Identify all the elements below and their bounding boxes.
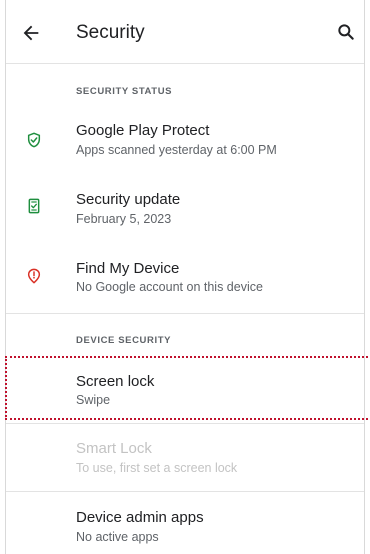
item-subtitle: No active apps bbox=[76, 530, 159, 544]
row-divider bbox=[6, 423, 364, 424]
section-divider bbox=[6, 313, 364, 314]
find-my-device-item[interactable]: Find My Device No Google account on this… bbox=[6, 250, 364, 306]
search-icon[interactable] bbox=[336, 22, 356, 42]
smart-lock-item: Smart Lock To use, first set a screen lo… bbox=[6, 430, 364, 486]
item-title: Device admin apps bbox=[76, 509, 204, 526]
item-subtitle: No Google account on this device bbox=[76, 280, 263, 294]
row-divider bbox=[6, 491, 364, 492]
focus-highlight-box bbox=[5, 356, 370, 420]
page-title: Security bbox=[76, 22, 145, 43]
shield-check-icon bbox=[27, 132, 41, 148]
item-title: Security update bbox=[76, 191, 181, 208]
item-subtitle: Apps scanned yesterday at 6:00 PM bbox=[76, 143, 277, 157]
settings-screen: Security SECURITY STATUS Google Play Pro… bbox=[5, 0, 370, 554]
arrow-back-icon[interactable] bbox=[20, 22, 42, 44]
device-admin-apps-item[interactable]: Device admin apps No active apps bbox=[6, 500, 364, 554]
item-subtitle: To use, first set a screen lock bbox=[76, 461, 238, 475]
section-header-security-status: SECURITY STATUS bbox=[76, 86, 173, 97]
item-title: Find My Device bbox=[76, 260, 180, 277]
google-play-protect-item[interactable]: Google Play Protect Apps scanned yesterd… bbox=[6, 112, 364, 168]
security-update-item[interactable]: Security update February 5, 2023 bbox=[6, 180, 364, 236]
location-alert-icon bbox=[27, 268, 41, 284]
item-title: Smart Lock bbox=[76, 440, 152, 457]
phone-check-icon bbox=[28, 198, 40, 214]
item-subtitle: February 5, 2023 bbox=[76, 212, 172, 226]
item-title: Google Play Protect bbox=[76, 122, 210, 139]
app-bar: Security bbox=[6, 0, 364, 64]
section-header-device-security: DEVICE SECURITY bbox=[76, 335, 172, 346]
